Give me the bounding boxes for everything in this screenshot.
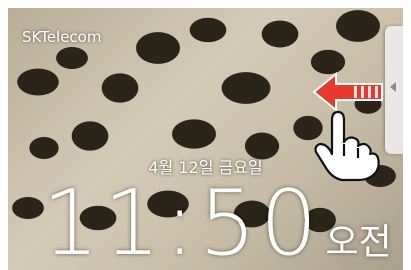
arrow-left-icon bbox=[312, 72, 383, 113]
clock: 11:50 오전 bbox=[42, 176, 392, 270]
lock-screen[interactable]: SKTelecom 4월 12일 금요일 11:50 오전 bbox=[8, 8, 403, 270]
clock-ampm: 오전 bbox=[325, 222, 392, 263]
clock-time: 11:50 bbox=[42, 171, 322, 270]
carrier-label: SKTelecom bbox=[22, 28, 102, 46]
